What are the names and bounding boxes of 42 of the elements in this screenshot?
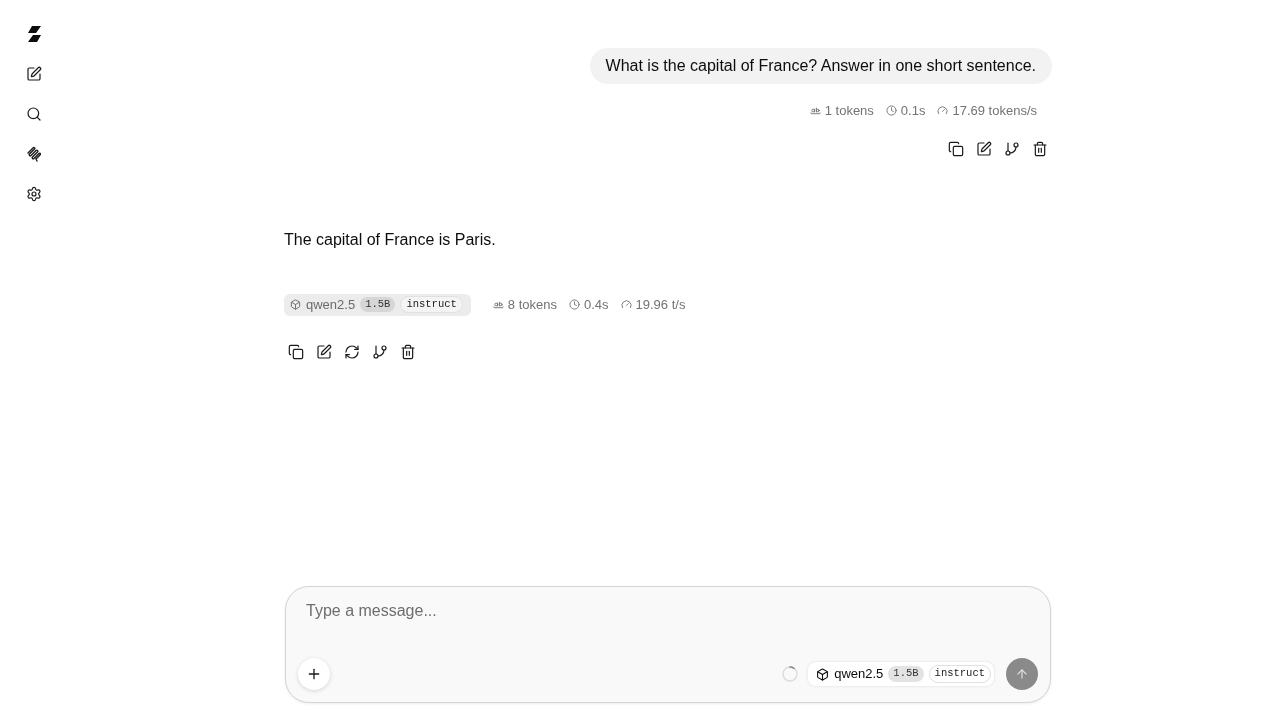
- delete-icon: [400, 343, 416, 360]
- assistant-message: The capital of France is Paris.: [284, 229, 496, 250]
- clock-icon: [885, 105, 897, 117]
- gauge-icon: [620, 299, 632, 310]
- model-size-tag: 1.5B: [888, 666, 924, 682]
- arrow-up-icon: [1015, 667, 1029, 681]
- regenerate-icon: [344, 343, 360, 360]
- clock-icon: [568, 299, 580, 310]
- stat-text: 19.96 t/s: [635, 295, 686, 314]
- stat-text: 1 tokens: [824, 102, 874, 120]
- cube-icon: [816, 667, 830, 681]
- stat-text: 0.1s: [900, 102, 926, 120]
- model-badge[interactable]: qwen2.5 1.5B instruct: [808, 662, 994, 686]
- search-icon[interactable]: [26, 106, 42, 122]
- edit-icon: [316, 343, 332, 360]
- branch-icon: [1004, 140, 1020, 157]
- model-variant-tag: instruct: [400, 295, 463, 314]
- model-size-tag: 1.5B: [360, 296, 396, 313]
- coil-icon[interactable]: [26, 146, 42, 162]
- stat-text: 0.4s: [583, 295, 609, 314]
- edit-icon: [976, 140, 992, 157]
- model-variant-tag: instruct: [928, 665, 991, 683]
- word-icon: [809, 105, 821, 117]
- model-name: qwen2.5: [834, 665, 884, 684]
- attach-button[interactable]: [298, 658, 330, 690]
- settings-icon[interactable]: [26, 186, 42, 202]
- loading-spinner-icon: [782, 666, 799, 682]
- word-icon: [492, 299, 504, 310]
- copy-icon: [948, 140, 964, 157]
- new-chat-icon[interactable]: [26, 66, 42, 82]
- cube-icon: [290, 299, 301, 310]
- user-message-bubble: What is the capital of France? Answer in one short sentence.: [589, 48, 1052, 84]
- stat-text: 8 tokens: [507, 295, 557, 314]
- copy-icon: [288, 343, 304, 360]
- message-input[interactable]: Type a message...: [298, 599, 1038, 623]
- plus-icon: [306, 666, 322, 682]
- branch-icon: [372, 343, 388, 360]
- logo-icon[interactable]: [26, 26, 42, 42]
- gauge-icon: [937, 105, 949, 117]
- stat-text: 17.69 tokens/s: [952, 102, 1037, 120]
- delete-icon: [1032, 140, 1048, 157]
- model-name: qwen2.5: [306, 295, 356, 314]
